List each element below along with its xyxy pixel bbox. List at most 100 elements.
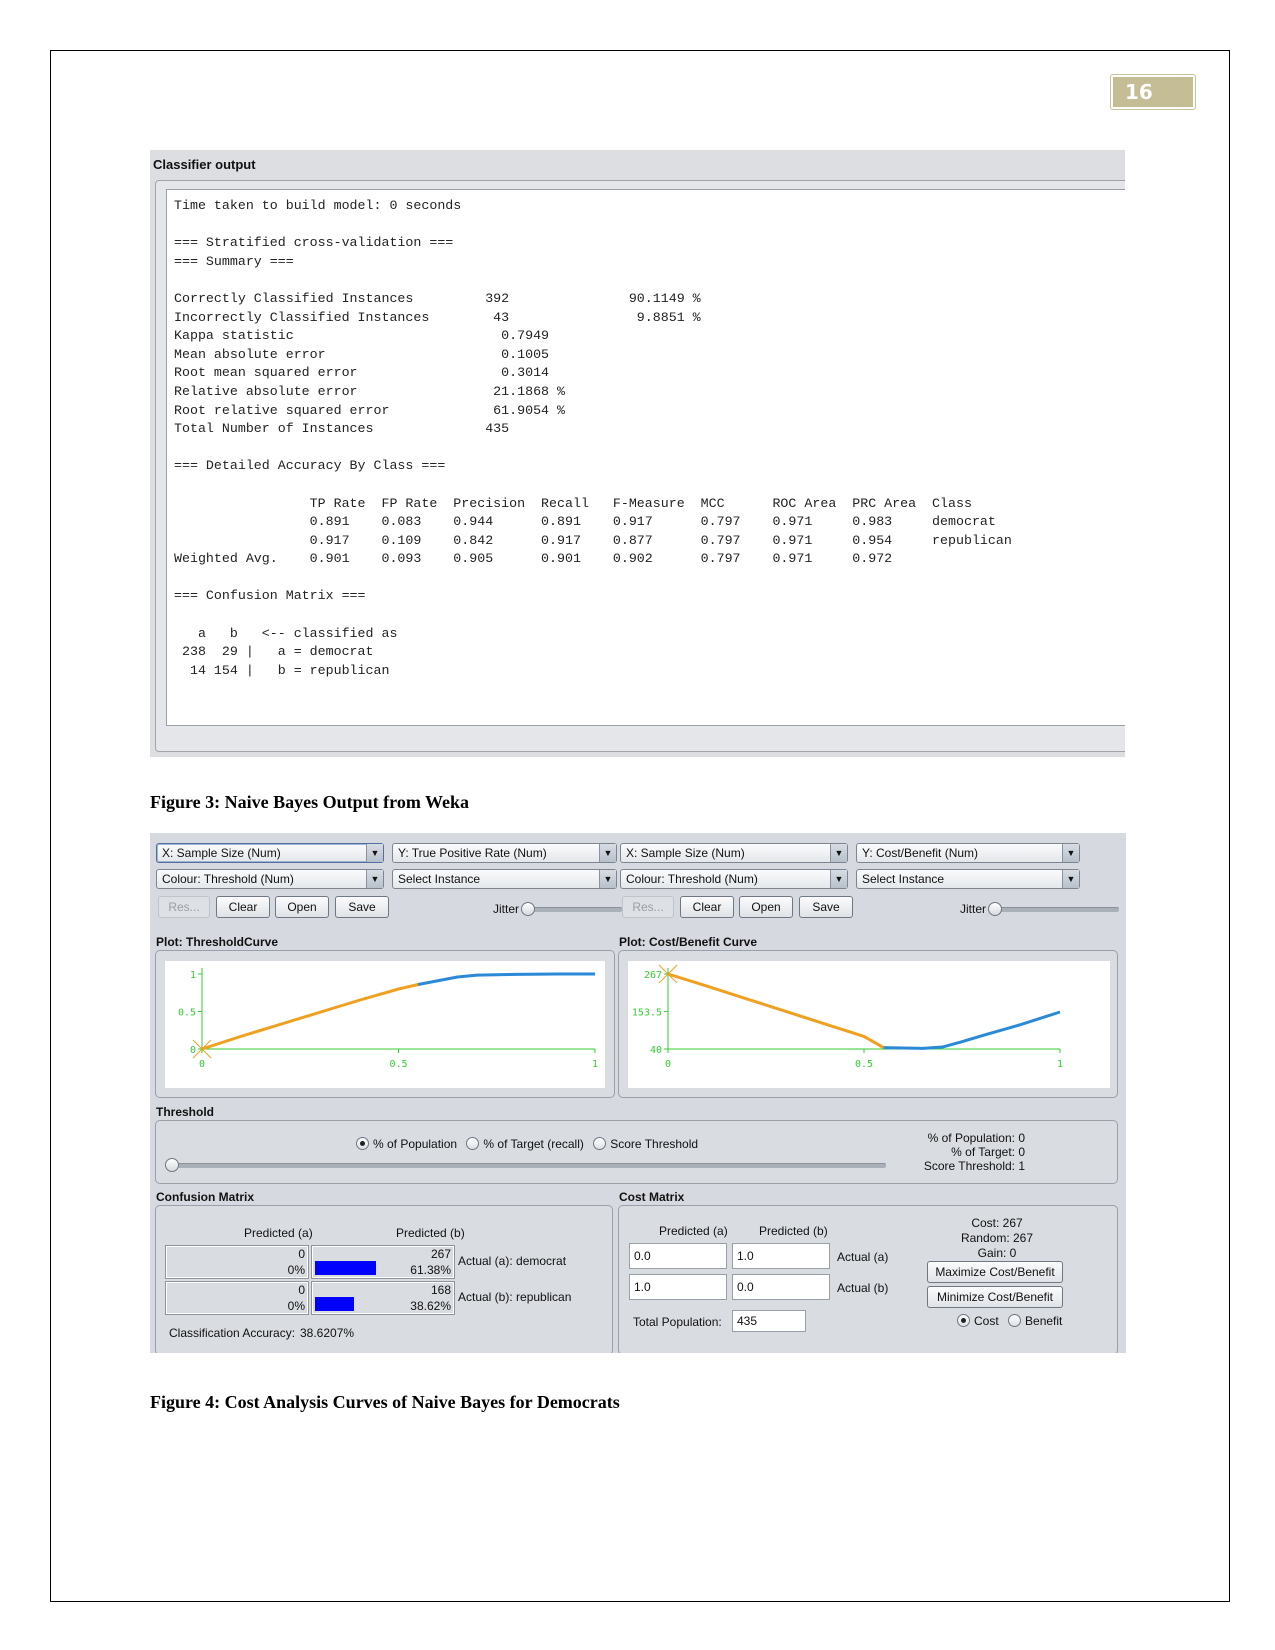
minimize-cost-benefit-button[interactable]: Minimize Cost/Benefit — [927, 1286, 1063, 1308]
predicted-a-header: Predicted (a) — [244, 1226, 313, 1240]
x-tick-label: 1 — [1057, 1059, 1063, 1070]
maximize-cost-benefit-button[interactable]: Maximize Cost/Benefit — [927, 1261, 1063, 1283]
left-select-instance[interactable]: Select Instance ▼ — [392, 869, 617, 889]
right-jitter-label: Jitter — [960, 902, 987, 916]
right-save-button[interactable]: Save — [799, 896, 853, 918]
right-select-instance[interactable]: Select Instance ▼ — [856, 869, 1080, 889]
right-x-axis-select[interactable]: X: Sample Size (Num) ▼ — [620, 843, 848, 863]
cell-percent: 61.38% — [410, 1263, 451, 1277]
right-colour-select[interactable]: Colour: Threshold (Num) ▼ — [620, 869, 848, 889]
series-line — [417, 972, 595, 986]
cost-actual-a-label: Actual (a) — [837, 1250, 889, 1264]
cost-readout: Cost: 267 — [971, 1216, 1023, 1230]
left-jitter-label: Jitter — [493, 902, 520, 916]
left-x-axis-value: X: Sample Size (Num) — [162, 846, 281, 860]
y-tick-label: 153.5 — [632, 1008, 662, 1019]
cost-predicted-b-header: Predicted (b) — [759, 1224, 828, 1238]
left-y-axis-value: Y: True Positive Rate (Num) — [398, 846, 547, 860]
radio-target-label: % of Target (recall) — [483, 1137, 584, 1151]
radio-cost[interactable]: Cost — [957, 1314, 999, 1328]
left-clear-button[interactable]: Clear — [216, 896, 270, 918]
chevron-down-icon: ▼ — [599, 844, 616, 862]
left-reset-button[interactable]: Res... — [158, 896, 210, 918]
y-tick-label: 40 — [650, 1045, 662, 1056]
y-tick-label: 1 — [190, 970, 196, 981]
total-population-label: Total Population: — [633, 1315, 722, 1329]
right-jitter-knob[interactable] — [988, 902, 1002, 916]
cost-aa-input[interactable]: 0.0 — [629, 1243, 727, 1269]
right-open-button[interactable]: Open — [739, 896, 793, 918]
cell-count: 168 — [430, 1283, 451, 1297]
cost-matrix-label: Cost Matrix — [619, 1190, 685, 1204]
left-jitter-knob[interactable] — [521, 902, 535, 916]
left-jitter-slider[interactable] — [527, 907, 622, 912]
threshold-curve-panel: 0 0.5 1 0 0.5 1 — [155, 950, 615, 1098]
radio-selected-icon — [957, 1314, 970, 1327]
radio-population-label: % of Population — [373, 1137, 458, 1151]
series-line — [883, 1010, 1061, 1050]
x-tick-label: 0.5 — [389, 1059, 407, 1070]
gain-readout: Gain: 0 — [977, 1246, 1017, 1260]
radio-score[interactable]: Score Threshold — [593, 1137, 698, 1151]
x-tick-label: 0.5 — [855, 1059, 873, 1070]
right-y-axis-value: Y: Cost/Benefit (Num) — [862, 846, 979, 860]
classification-accuracy-value: 38.6207% — [300, 1326, 355, 1340]
right-x-axis-value: X: Sample Size (Num) — [626, 846, 745, 860]
threshold-slider[interactable] — [168, 1163, 886, 1168]
score-readout: Score Threshold: 1 — [923, 1159, 1025, 1173]
right-colour-value: Colour: Threshold (Num) — [626, 872, 758, 886]
y-tick-label: 267 — [644, 970, 662, 981]
radio-target[interactable]: % of Target (recall) — [466, 1137, 584, 1151]
right-jitter-slider[interactable] — [994, 907, 1119, 912]
cost-benefit-curve-plot: 40 153.5 267 0 0.5 1 — [628, 961, 1110, 1088]
x-tick-label: 1 — [592, 1059, 598, 1070]
random-readout: Random: 267 — [960, 1231, 1034, 1245]
left-select-instance-value: Select Instance — [398, 872, 481, 886]
chevron-down-icon: ▼ — [1062, 844, 1079, 862]
cost-benefit-mode-group: Cost Benefit — [957, 1314, 1062, 1328]
cell-count: 0 — [298, 1283, 305, 1297]
classifier-output-frame: Time taken to build model: 0 seconds ===… — [155, 180, 1125, 752]
page-number: 16 — [1113, 77, 1193, 107]
figure-3-caption: Figure 3: Naive Bayes Output from Weka — [150, 792, 469, 812]
right-plot-label: Plot: Cost/Benefit Curve — [619, 935, 758, 949]
cm-cell-ba: 0 0% — [165, 1281, 309, 1315]
left-save-button[interactable]: Save — [335, 896, 389, 918]
threshold-label: Threshold — [156, 1105, 215, 1119]
confusion-matrix-label: Confusion Matrix — [156, 1190, 254, 1204]
radio-benefit[interactable]: Benefit — [1008, 1314, 1062, 1328]
cm-cell-aa: 0 0% — [165, 1245, 309, 1279]
page-number-badge: 16 — [1110, 74, 1196, 110]
right-clear-button[interactable]: Clear — [680, 896, 734, 918]
y-tick-label: 0 — [190, 1045, 196, 1056]
cell-percent: 38.62% — [410, 1299, 451, 1313]
threshold-slider-knob[interactable] — [165, 1158, 179, 1172]
cost-matrix-panel: Predicted (a) Predicted (b) 0.0 1.0 Actu… — [618, 1205, 1118, 1353]
y-tick-label: 0.5 — [178, 1008, 196, 1019]
confusion-matrix-panel: Predicted (a) Predicted (b) 0 0% 267 61.38… — [155, 1205, 613, 1353]
cost-bb-input[interactable]: 0.0 — [732, 1274, 830, 1300]
chevron-down-icon: ▼ — [599, 870, 616, 888]
right-y-axis-select[interactable]: Y: Cost/Benefit (Num) ▼ — [856, 843, 1080, 863]
left-x-axis-select[interactable]: X: Sample Size (Num) ▼ — [156, 843, 384, 863]
radio-unselected-icon — [1008, 1314, 1022, 1327]
radio-unselected-icon — [466, 1137, 480, 1150]
x-tick-label: 0 — [199, 1059, 205, 1070]
radio-population[interactable]: % of Population — [356, 1137, 457, 1151]
left-y-axis-select[interactable]: Y: True Positive Rate (Num) ▼ — [392, 843, 617, 863]
classification-accuracy-label: Classification Accuracy: — [169, 1326, 296, 1340]
cost-ba-input[interactable]: 1.0 — [629, 1274, 727, 1300]
classifier-output-textarea[interactable]: Time taken to build model: 0 seconds ===… — [166, 189, 1125, 726]
target-readout: % of Target: 0 — [951, 1145, 1025, 1159]
cell-percent: 0% — [287, 1263, 305, 1277]
cost-ab-input[interactable]: 1.0 — [732, 1243, 830, 1269]
threshold-curve-plot: 0 0.5 1 0 0.5 1 — [165, 961, 605, 1088]
left-colour-select[interactable]: Colour: Threshold (Num) ▼ — [156, 869, 384, 889]
left-colour-value: Colour: Threshold (Num) — [162, 872, 294, 886]
total-population-input[interactable]: 435 — [732, 1310, 806, 1332]
radio-unselected-icon — [593, 1137, 607, 1150]
series-line — [667, 972, 885, 1049]
left-open-button[interactable]: Open — [275, 896, 329, 918]
right-reset-button[interactable]: Res... — [622, 896, 674, 918]
population-readout: % of Population: 0 — [927, 1131, 1025, 1145]
